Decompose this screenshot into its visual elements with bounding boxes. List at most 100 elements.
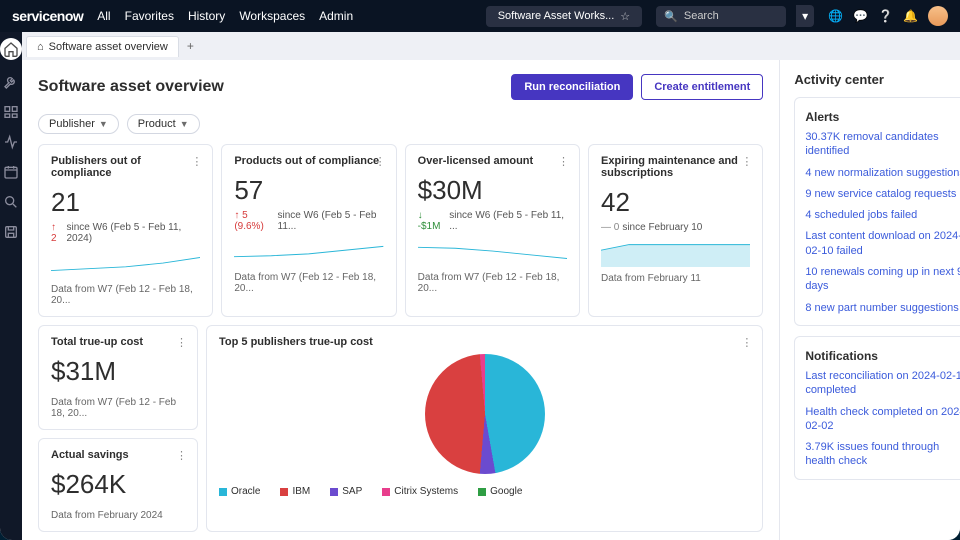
card-footer: Data from W7 (Feb 12 - Feb 18, 20... xyxy=(51,397,185,419)
card-footer: Data from W7 (Feb 12 - Feb 18, 20... xyxy=(418,272,567,294)
nav-items: All Favorites History Workspaces Admin xyxy=(97,9,353,23)
bell-icon[interactable]: 🔔 xyxy=(903,9,918,23)
card-title: Top 5 publishers true-up cost xyxy=(219,336,750,348)
card-title: Products out of compliance xyxy=(234,155,383,167)
create-entitlement-button[interactable]: Create entitlement xyxy=(641,74,763,100)
alert-link[interactable]: 4 new normalization suggestions xyxy=(805,166,960,180)
chevron-down-icon: ▼ xyxy=(180,119,189,129)
workspace-pill[interactable]: Software Asset Works...☆ xyxy=(486,6,642,27)
card-menu-icon[interactable]: ⋮ xyxy=(558,155,569,168)
page-title: Software asset overview xyxy=(38,78,224,96)
delta-flat: — 0 xyxy=(601,222,619,233)
legend-ibm: IBM xyxy=(292,486,310,497)
card-footer: Data from February 2024 xyxy=(51,510,185,521)
card-top5-publishers: ⋮ Top 5 publishers true-up cost Oracle I… xyxy=(206,325,763,532)
card-title: Over-licensed amount xyxy=(418,155,567,167)
tab-strip: ⌂Software asset overview + ⋯ xyxy=(22,32,960,60)
delta-sub: since W6 (Feb 5 - Feb 11, 2024) xyxy=(66,222,200,244)
run-reconciliation-button[interactable]: Run reconciliation xyxy=(511,74,633,100)
chat-icon[interactable]: 💬 xyxy=(853,9,868,23)
nav-admin[interactable]: Admin xyxy=(319,9,353,23)
alert-link[interactable]: 4 scheduled jobs failed xyxy=(805,208,960,222)
global-search[interactable]: 🔍Search xyxy=(656,6,786,27)
rail-save-icon[interactable] xyxy=(3,224,19,240)
rail-home-icon[interactable] xyxy=(0,38,22,60)
delta-sub: since W6 (Feb 5 - Feb 11, ... xyxy=(449,210,567,232)
avatar[interactable] xyxy=(928,6,948,26)
nav-workspaces[interactable]: Workspaces xyxy=(239,9,305,23)
home-icon: ⌂ xyxy=(37,41,44,53)
rail-list-icon[interactable] xyxy=(3,104,19,120)
globe-icon[interactable]: 🌐 xyxy=(828,9,843,23)
alert-link[interactable]: Last content download on 2024-02-10 fail… xyxy=(805,229,960,258)
delta-up: ↑ 5 (9.6%) xyxy=(234,210,274,232)
card-menu-icon[interactable]: ⋮ xyxy=(176,336,187,349)
card-value: 21 xyxy=(51,187,200,218)
card-over-licensed: ⋮ Over-licensed amount $30M ↓ -$1Msince … xyxy=(405,144,580,317)
brand-logo: servicenow xyxy=(12,8,83,24)
tab-overview[interactable]: ⌂Software asset overview xyxy=(26,36,179,57)
delta-up: ↑ 2 xyxy=(51,222,63,244)
search-icon: 🔍 xyxy=(664,10,678,23)
card-menu-icon[interactable]: ⋮ xyxy=(741,336,752,349)
notification-link[interactable]: 3.79K issues found through health check xyxy=(805,440,960,469)
rail-activity-icon[interactable] xyxy=(3,134,19,150)
card-value: $31M xyxy=(51,356,185,387)
delta-sub: since W6 (Feb 5 - Feb 11... xyxy=(278,210,384,232)
delta-down: ↓ -$1M xyxy=(418,210,447,232)
card-value: 57 xyxy=(234,175,383,206)
alert-link[interactable]: 8 new part number suggestions xyxy=(805,301,960,315)
card-menu-icon[interactable]: ⋮ xyxy=(741,155,752,168)
notification-link[interactable]: Last reconciliation on 2024-02-12 comple… xyxy=(805,369,960,398)
filter-publisher[interactable]: Publisher▼ xyxy=(38,114,119,134)
notifications-heading: Notifications xyxy=(805,349,960,363)
legend-google: Google xyxy=(490,486,522,497)
filter-product[interactable]: Product▼ xyxy=(127,114,200,134)
card-expiring: ⋮ Expiring maintenance and subscriptions… xyxy=(588,144,763,317)
activity-center: Activity center Alerts 30.37K removal ca… xyxy=(779,60,960,540)
star-icon[interactable]: ☆ xyxy=(620,10,630,23)
search-dropdown[interactable]: ▾ xyxy=(796,5,814,27)
card-trueup: ⋮ Total true-up cost $31M Data from W7 (… xyxy=(38,325,198,430)
card-title: Total true-up cost xyxy=(51,336,185,348)
card-publishers-ooc: ⋮ Publishers out of compliance 21 ↑ 2sin… xyxy=(38,144,213,317)
card-title: Actual savings xyxy=(51,449,185,461)
sparkline xyxy=(601,239,750,267)
nav-favorites[interactable]: Favorites xyxy=(125,9,174,23)
card-value: 42 xyxy=(601,187,750,218)
rail-wrench-icon[interactable] xyxy=(3,74,19,90)
alert-link[interactable]: 30.37K removal candidates identified xyxy=(805,130,960,159)
help-icon[interactable]: ❔ xyxy=(878,9,893,23)
rail-search-icon[interactable] xyxy=(3,194,19,210)
chart-legend: Oracle IBM SAP Citrix Systems Google xyxy=(219,486,750,497)
alerts-heading: Alerts xyxy=(805,110,960,124)
card-footer: Data from W7 (Feb 12 - Feb 18, 20... xyxy=(234,272,383,294)
legend-citrix: Citrix Systems xyxy=(394,486,458,497)
card-title: Publishers out of compliance xyxy=(51,155,200,179)
top-nav: servicenow All Favorites History Workspa… xyxy=(0,0,960,32)
nav-history[interactable]: History xyxy=(188,9,225,23)
legend-oracle: Oracle xyxy=(231,486,260,497)
delta-sub: since February 10 xyxy=(622,222,702,233)
notifications-panel: Notifications Last reconciliation on 202… xyxy=(794,336,960,480)
card-menu-icon[interactable]: ⋮ xyxy=(176,449,187,462)
sparkline xyxy=(51,250,200,278)
rail-calendar-icon[interactable] xyxy=(3,164,19,180)
nav-all[interactable]: All xyxy=(97,9,110,23)
card-footer: Data from February 11 xyxy=(601,273,750,284)
notification-link[interactable]: Health check completed on 2024-02-02 xyxy=(805,405,960,434)
card-title: Expiring maintenance and subscriptions xyxy=(601,155,750,179)
side-rail xyxy=(0,32,22,540)
legend-sap: SAP xyxy=(342,486,362,497)
sparkline xyxy=(234,238,383,266)
sparkline xyxy=(418,238,567,266)
alert-link[interactable]: 10 renewals coming up in next 90 days xyxy=(805,265,960,294)
card-menu-icon[interactable]: ⋮ xyxy=(375,155,386,168)
card-actual-savings: ⋮ Actual savings $264K Data from Februar… xyxy=(38,438,198,532)
card-value: $264K xyxy=(51,469,185,500)
card-menu-icon[interactable]: ⋮ xyxy=(191,155,202,168)
pie-chart xyxy=(425,354,545,474)
chevron-down-icon: ▼ xyxy=(99,119,108,129)
new-tab-button[interactable]: + xyxy=(179,39,202,53)
alert-link[interactable]: 9 new service catalog requests xyxy=(805,187,960,201)
